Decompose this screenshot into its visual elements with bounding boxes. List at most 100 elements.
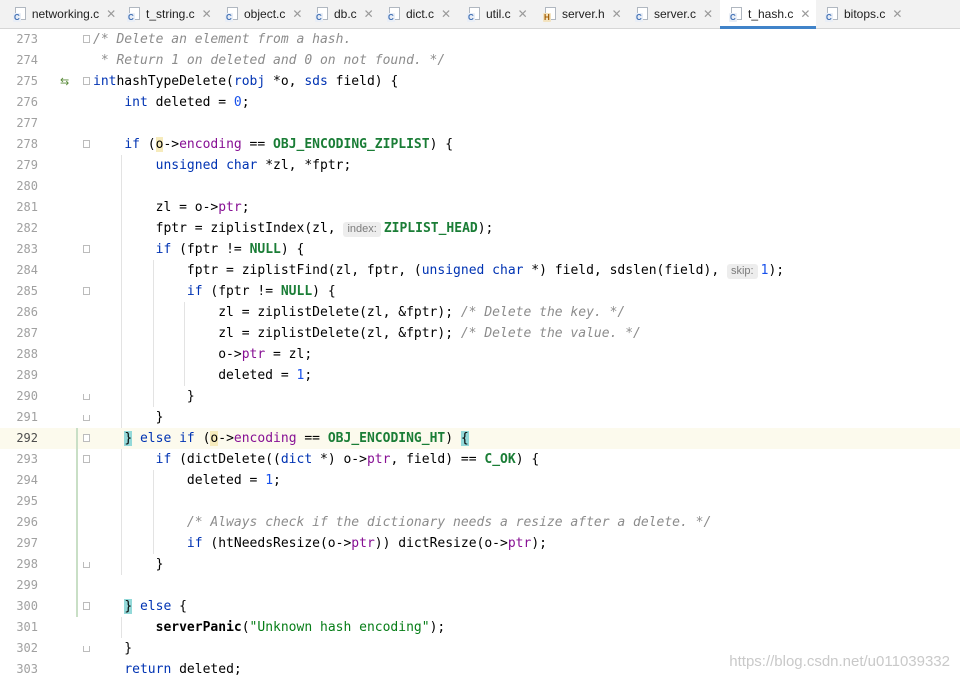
code-line[interactable]: 278 if (o->encoding == OBJ_ENCODING_ZIPL…	[0, 134, 960, 155]
code-text: zl = ziplistDelete(zl, &fptr); /* Delete…	[93, 305, 626, 320]
code-line[interactable]: 283 if (fptr != NULL) {	[0, 239, 960, 260]
code-line[interactable]: 285 if (fptr != NULL) {	[0, 281, 960, 302]
code-text: inthashTypeDelete(robj *o, sds field) {	[93, 74, 399, 89]
tab-object-c[interactable]: Cobject.c ✕	[216, 0, 306, 28]
code-text: serverPanic("Unknown hash encoding");	[155, 620, 446, 635]
fold-icon[interactable]	[83, 434, 90, 442]
code-line[interactable]: 299	[0, 575, 960, 596]
code-line[interactable]: 297 if (htNeedsResize(o->ptr)) dictResiz…	[0, 533, 960, 554]
fold-icon[interactable]	[83, 455, 90, 463]
close-icon[interactable]: ✕	[798, 7, 812, 21]
close-icon[interactable]: ✕	[362, 7, 376, 21]
tab-util-c[interactable]: Cutil.c ✕	[458, 0, 534, 28]
line-number: 301	[16, 620, 38, 634]
code-line[interactable]: 287 zl = ziplistDelete(zl, &fptr); /* De…	[0, 323, 960, 344]
fold-icon[interactable]	[83, 602, 90, 610]
line-number: 284	[16, 263, 38, 277]
code-line[interactable]: 277	[0, 113, 960, 134]
implementation-marker-icon[interactable]: ⇆	[60, 71, 69, 92]
code-line[interactable]: 289 deleted = 1;	[0, 365, 960, 386]
code-text: /* Delete an element from a hash.	[93, 32, 352, 47]
tab-label: networking.c	[31, 7, 100, 21]
vcs-change-marker	[76, 575, 78, 596]
code-text: int deleted = 0;	[124, 95, 250, 110]
tab-networking-c[interactable]: Cnetworking.c ✕	[0, 0, 118, 28]
line-number: 278	[16, 137, 38, 151]
close-icon[interactable]: ✕	[439, 7, 453, 21]
line-number: 291	[16, 410, 38, 424]
code-line[interactable]: 293 if (dictDelete((dict *) o->ptr, fiel…	[0, 449, 960, 470]
fold-end-icon[interactable]	[83, 415, 90, 421]
fold-icon[interactable]	[83, 140, 90, 148]
close-icon[interactable]: ✕	[516, 7, 530, 21]
code-text: o->ptr = zl;	[93, 347, 313, 362]
code-line[interactable]: 301 serverPanic("Unknown hash encoding")…	[0, 617, 960, 638]
tab-label: server.c	[654, 7, 697, 21]
close-icon[interactable]: ✕	[104, 7, 118, 21]
code-line[interactable]: 281 zl = o->ptr;	[0, 197, 960, 218]
fold-end-icon[interactable]	[83, 562, 90, 568]
code-line[interactable]: 300 } else {	[0, 596, 960, 617]
fold-icon[interactable]	[83, 245, 90, 253]
code-line[interactable]: 294 deleted = 1;	[0, 470, 960, 491]
line-number: 298	[16, 557, 38, 571]
code-text: if (o->encoding == OBJ_ENCODING_ZIPLIST)…	[124, 137, 454, 152]
close-icon[interactable]: ✕	[701, 7, 715, 21]
line-number: 277	[16, 116, 38, 130]
code-line[interactable]: 275 ⇆ inthashTypeDelete(robj *o, sds field…	[0, 71, 960, 92]
code-line[interactable]: 279 unsigned char *zl, *fptr;	[0, 155, 960, 176]
code-line[interactable]: 280	[0, 176, 960, 197]
tab-db-c[interactable]: Cdb.c ✕	[306, 0, 378, 28]
tab-label: db.c	[334, 7, 357, 21]
close-icon[interactable]: ✕	[890, 7, 904, 21]
line-number: 274	[16, 53, 38, 67]
fold-end-icon[interactable]	[83, 394, 90, 400]
code-text: }	[93, 557, 164, 572]
code-line[interactable]: 291 }	[0, 407, 960, 428]
line-number: 282	[16, 221, 38, 235]
line-number: 281	[16, 200, 38, 214]
tab-t-hash-c[interactable]: Ct_hash.c ✕	[720, 0, 816, 29]
code-line[interactable]: 274 * Return 1 on deleted and 0 on not f…	[0, 50, 960, 71]
watermark: https://blog.csdn.net/u011039332	[729, 653, 950, 670]
close-icon[interactable]: ✕	[290, 7, 304, 21]
code-line[interactable]: 282 fptr = ziplistIndex(zl, index: ZIPLIS…	[0, 218, 960, 239]
line-number: 279	[16, 158, 38, 172]
tab-label: t_string.c	[146, 7, 195, 21]
editor-tab-bar: Cnetworking.c ✕ Ct_string.c ✕ Cobject.c ✕ Cdb.…	[0, 0, 960, 29]
code-line[interactable]: 290 }	[0, 386, 960, 407]
fold-icon[interactable]	[83, 287, 90, 295]
code-line[interactable]: 298 }	[0, 554, 960, 575]
fold-icon[interactable]	[83, 35, 90, 43]
line-number: 273	[16, 32, 38, 46]
tab-bitops-c[interactable]: Cbitops.c ✕	[816, 0, 906, 28]
code-editor[interactable]: 273 /* Delete an element from a hash. 274 …	[0, 29, 960, 678]
code-line[interactable]: 292 } else if (o->encoding == OBJ_ENCODI…	[0, 428, 960, 449]
line-number: 285	[16, 284, 38, 298]
code-text: fptr = ziplistFind(zl, fptr, (unsigned c…	[93, 263, 785, 279]
indent-guide	[152, 491, 154, 512]
tab-server-c[interactable]: Cserver.c ✕	[626, 0, 720, 28]
line-number: 287	[16, 326, 38, 340]
c-file-icon: C	[225, 7, 240, 22]
code-line[interactable]: 296 /* Always check if the dictionary ne…	[0, 512, 960, 533]
code-line[interactable]: 286 zl = ziplistDelete(zl, &fptr); /* De…	[0, 302, 960, 323]
tab-dict-c[interactable]: Cdict.c ✕	[378, 0, 458, 28]
line-number: 286	[16, 305, 38, 319]
code-line[interactable]: 273 /* Delete an element from a hash.	[0, 29, 960, 50]
fold-end-icon[interactable]	[83, 646, 90, 652]
close-icon[interactable]: ✕	[200, 7, 214, 21]
tab-server-h[interactable]: Hserver.h ✕	[534, 0, 626, 28]
tab-t-string-c[interactable]: Ct_string.c ✕	[118, 0, 216, 28]
close-icon[interactable]: ✕	[610, 7, 624, 21]
code-text: fptr = ziplistIndex(zl, index: ZIPLIST_HE…	[93, 221, 494, 237]
fold-icon[interactable]	[83, 77, 90, 85]
line-number: 303	[16, 662, 38, 676]
code-line[interactable]: 288 o->ptr = zl;	[0, 344, 960, 365]
code-text: if (fptr != NULL) {	[186, 284, 336, 299]
code-line[interactable]: 284 fptr = ziplistFind(zl, fptr, (unsign…	[0, 260, 960, 281]
code-line[interactable]: 276 int deleted = 0;	[0, 92, 960, 113]
line-number: 289	[16, 368, 38, 382]
line-number: 297	[16, 536, 38, 550]
code-line[interactable]: 295	[0, 491, 960, 512]
